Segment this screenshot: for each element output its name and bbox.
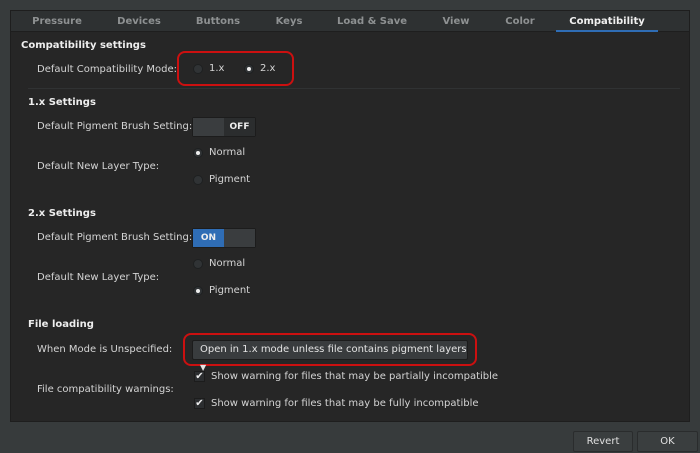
ok-button[interactable]: OK (637, 431, 698, 452)
radio-1x[interactable]: 1.x (193, 63, 224, 74)
tab-bar: Pressure Devices Buttons Keys Load & Sav… (11, 11, 689, 32)
v2-brush-label: Default Pigment Brush Setting: (37, 232, 193, 243)
tab-keys[interactable]: Keys (276, 11, 303, 32)
warning-partial-checkbox[interactable]: ✔ Show warning for files that may be part… (194, 371, 498, 382)
v2-pigment-brush-toggle[interactable]: ON (192, 228, 256, 248)
radio-button[interactable] (193, 147, 203, 158)
unspecified-label: When Mode is Unspecified: (37, 344, 173, 355)
tab-view[interactable]: View (442, 11, 469, 32)
tab-load-save[interactable]: Load & Save (337, 11, 407, 32)
v2-layer-label: Default New Layer Type: (37, 272, 160, 283)
v1-pigment-brush-toggle[interactable]: OFF (192, 117, 256, 137)
check-icon[interactable]: ✔ (194, 371, 205, 382)
radio-button[interactable] (193, 258, 203, 269)
unspecified-mode-dropdown[interactable]: Open in 1.x mode unless file contains pi… (192, 340, 468, 372)
radio-label: Pigment (209, 285, 251, 296)
tab-buttons[interactable]: Buttons (196, 11, 240, 32)
warning-full-checkbox[interactable]: ✔ Show warning for files that may be full… (194, 398, 479, 409)
radio-label: Normal (209, 258, 246, 269)
revert-button[interactable]: Revert (573, 431, 633, 452)
check-icon[interactable]: ✔ (194, 398, 205, 409)
tab-devices[interactable]: Devices (117, 11, 161, 32)
dropdown-value: Open in 1.x mode unless file contains pi… (200, 344, 467, 355)
compatibility-heading: Compatibility settings (21, 40, 146, 51)
radio-button[interactable] (244, 63, 254, 74)
v1-brush-label: Default Pigment Brush Setting: (37, 121, 193, 132)
checkbox-label: Show warning for files that may be parti… (211, 371, 499, 382)
v2-radio-pigment[interactable]: Pigment (193, 285, 250, 296)
v1-layer-label: Default New Layer Type: (37, 161, 160, 172)
radio-button[interactable] (193, 174, 203, 185)
tab-compatibility[interactable]: Compatibility (569, 11, 644, 32)
radio-button[interactable] (193, 63, 203, 74)
v1-heading: 1.x Settings (28, 97, 96, 108)
radio-label: Pigment (209, 174, 251, 185)
active-tab-indicator (556, 30, 658, 32)
radio-label: 1.x (209, 63, 225, 74)
toggle-state: OFF (224, 118, 255, 136)
tab-pressure[interactable]: Pressure (32, 11, 82, 32)
compat-mode-label: Default Compatibility Mode: (37, 64, 178, 75)
radio-2x[interactable]: 2.x (244, 63, 275, 74)
warnings-label: File compatibility warnings: (37, 384, 174, 395)
tab-color[interactable]: Color (505, 11, 534, 32)
toggle-state: ON (193, 229, 224, 247)
radio-button[interactable] (193, 285, 203, 296)
v2-heading: 2.x Settings (28, 208, 96, 219)
v1-radio-normal[interactable]: Normal (193, 147, 245, 158)
radio-label: Normal (209, 147, 246, 158)
divider (28, 88, 680, 89)
v2-radio-normal[interactable]: Normal (193, 258, 245, 269)
v1-radio-pigment[interactable]: Pigment (193, 174, 250, 185)
file-loading-heading: File loading (28, 319, 94, 330)
radio-label: 2.x (260, 63, 276, 74)
checkbox-label: Show warning for files that may be fully… (211, 398, 479, 409)
